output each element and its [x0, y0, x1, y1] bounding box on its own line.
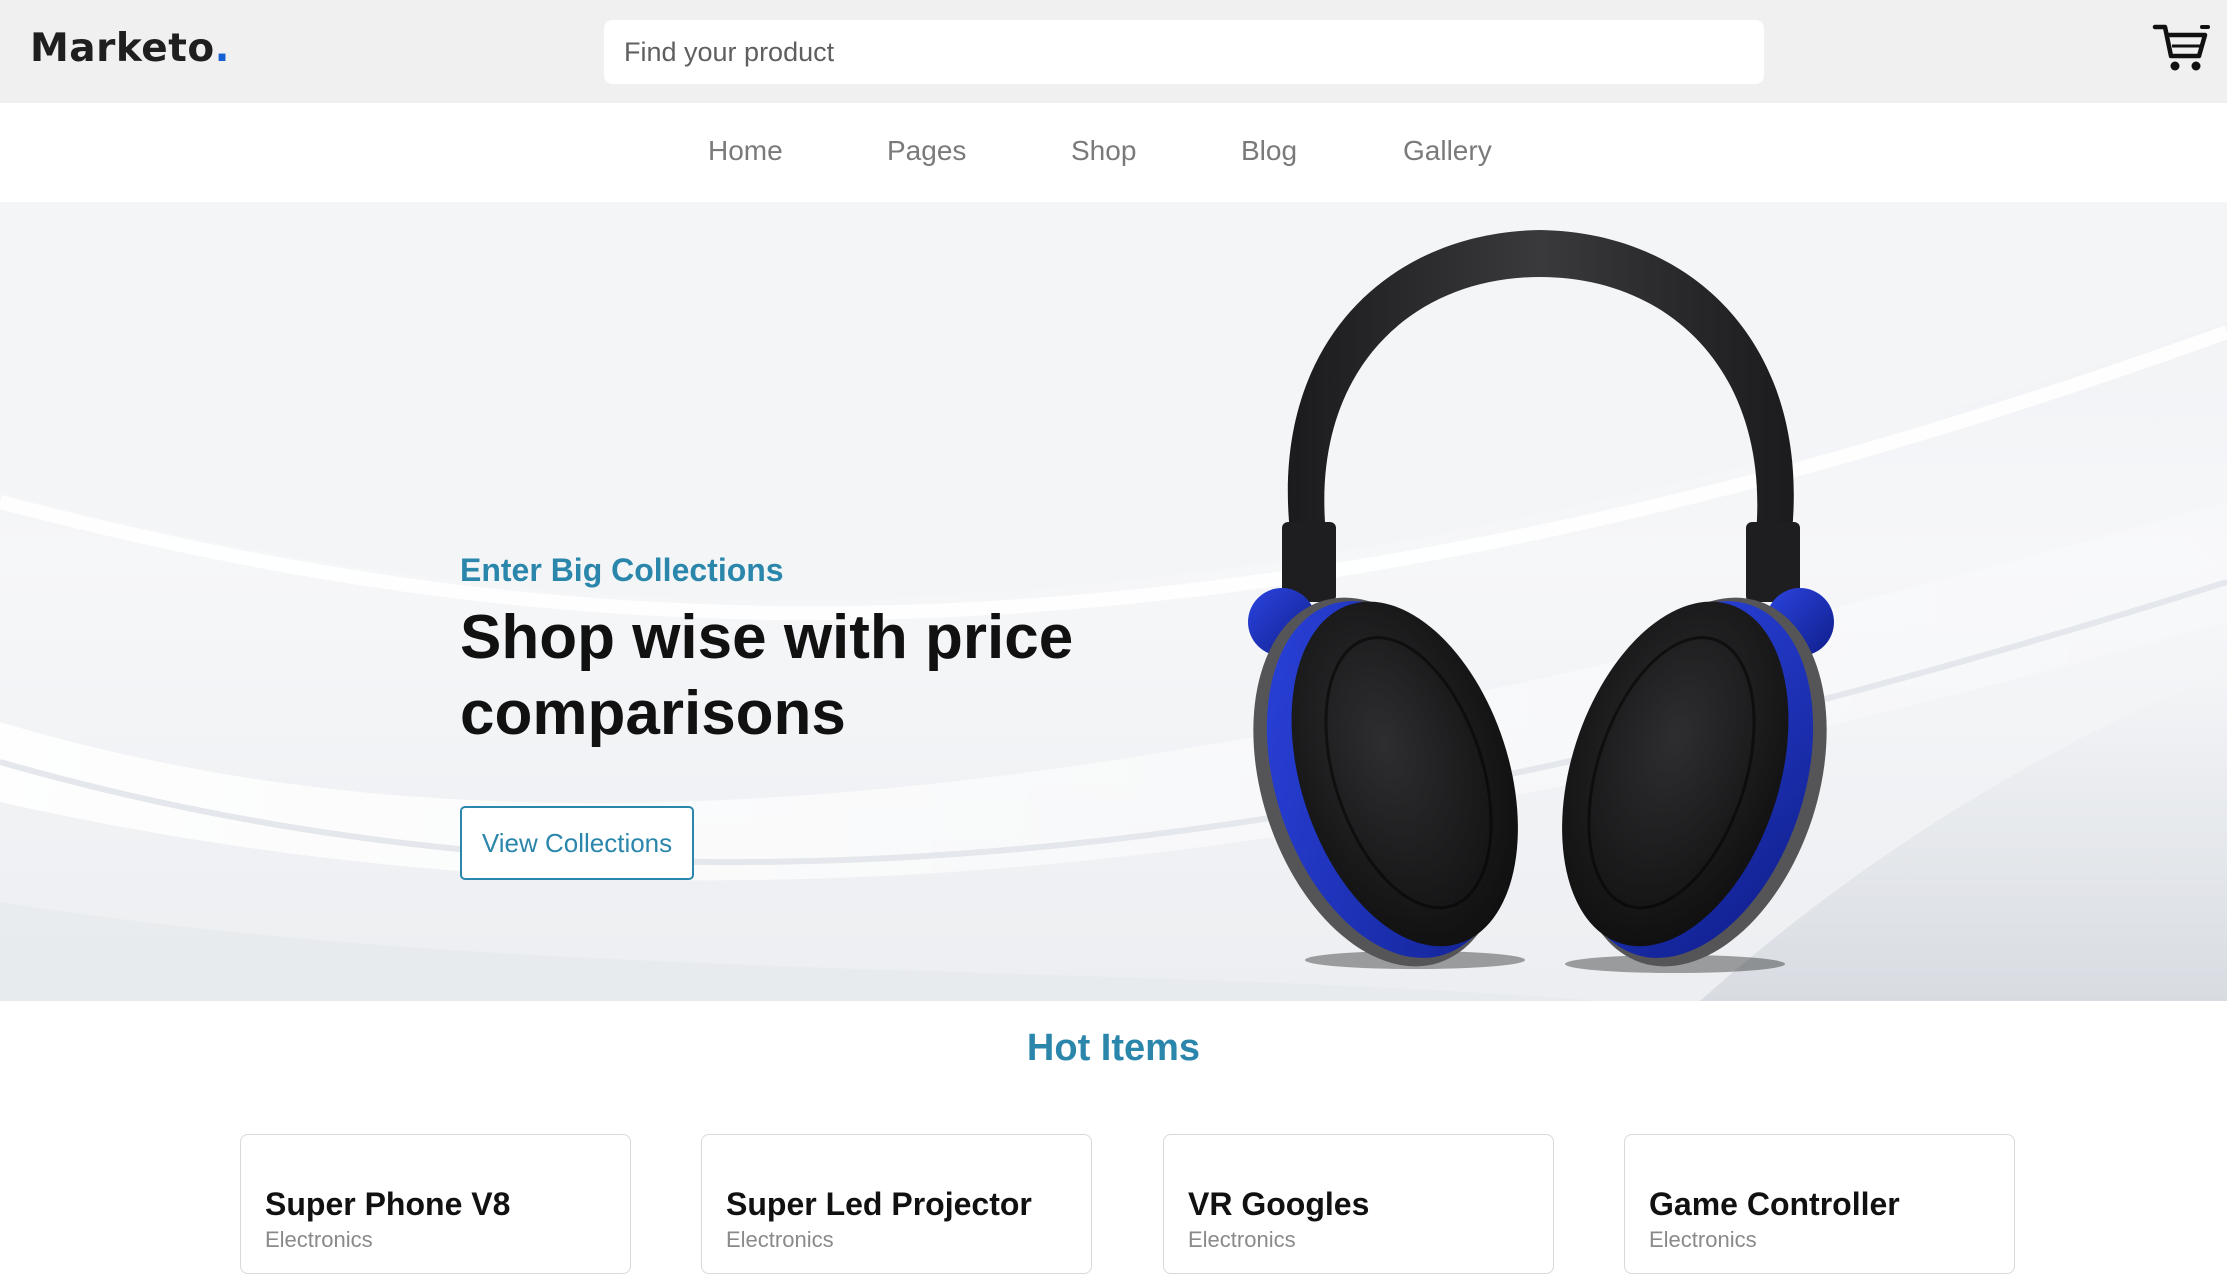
headphones-image — [1248, 230, 1834, 973]
search-bar — [604, 20, 1764, 84]
nav-item-gallery[interactable]: Gallery — [1403, 133, 1492, 169]
hot-items-title: Hot Items — [1026, 1027, 1201, 1069]
view-collections-button[interactable]: View Collections — [460, 806, 694, 880]
nav-item-shop[interactable]: Shop — [1071, 133, 1136, 169]
product-name: Super Led Projector — [726, 1186, 1032, 1222]
brand-name: Marketo — [30, 26, 215, 71]
brand-logo[interactable]: Marketo. — [30, 26, 230, 72]
brand-dot: . — [214, 26, 230, 71]
product-name: Super Phone V8 — [265, 1186, 511, 1222]
product-card[interactable]: VR Googles Electronics — [1163, 1134, 1554, 1274]
nav-item-home[interactable]: Home — [708, 133, 783, 169]
hero-banner: Enter Big Collections Shop wise with pri… — [0, 202, 2227, 1001]
product-card[interactable]: Game Controller Electronics — [1624, 1134, 2015, 1274]
main-nav: Home Pages Shop Blog Gallery — [0, 103, 2227, 202]
product-name: Game Controller — [1649, 1186, 1900, 1222]
product-card[interactable]: Super Phone V8 Electronics — [240, 1134, 631, 1274]
product-category: Electronics — [1188, 1227, 1296, 1252]
product-card[interactable]: Super Led Projector Electronics — [701, 1134, 1092, 1274]
product-category: Electronics — [1649, 1227, 1757, 1252]
top-header: Marketo. — [0, 0, 2227, 103]
nav-item-blog[interactable]: Blog — [1241, 133, 1297, 169]
product-name: VR Googles — [1188, 1186, 1370, 1222]
hero-eyebrow: Enter Big Collections — [460, 552, 784, 588]
product-category: Electronics — [265, 1227, 373, 1252]
search-input[interactable] — [604, 20, 1764, 84]
product-category: Electronics — [726, 1227, 834, 1252]
cart-button[interactable] — [2152, 22, 2210, 74]
shopping-cart-icon — [2152, 24, 2210, 71]
nav-item-pages[interactable]: Pages — [887, 133, 966, 169]
hero-title: Shop wise with price comparisons — [460, 603, 1074, 748]
